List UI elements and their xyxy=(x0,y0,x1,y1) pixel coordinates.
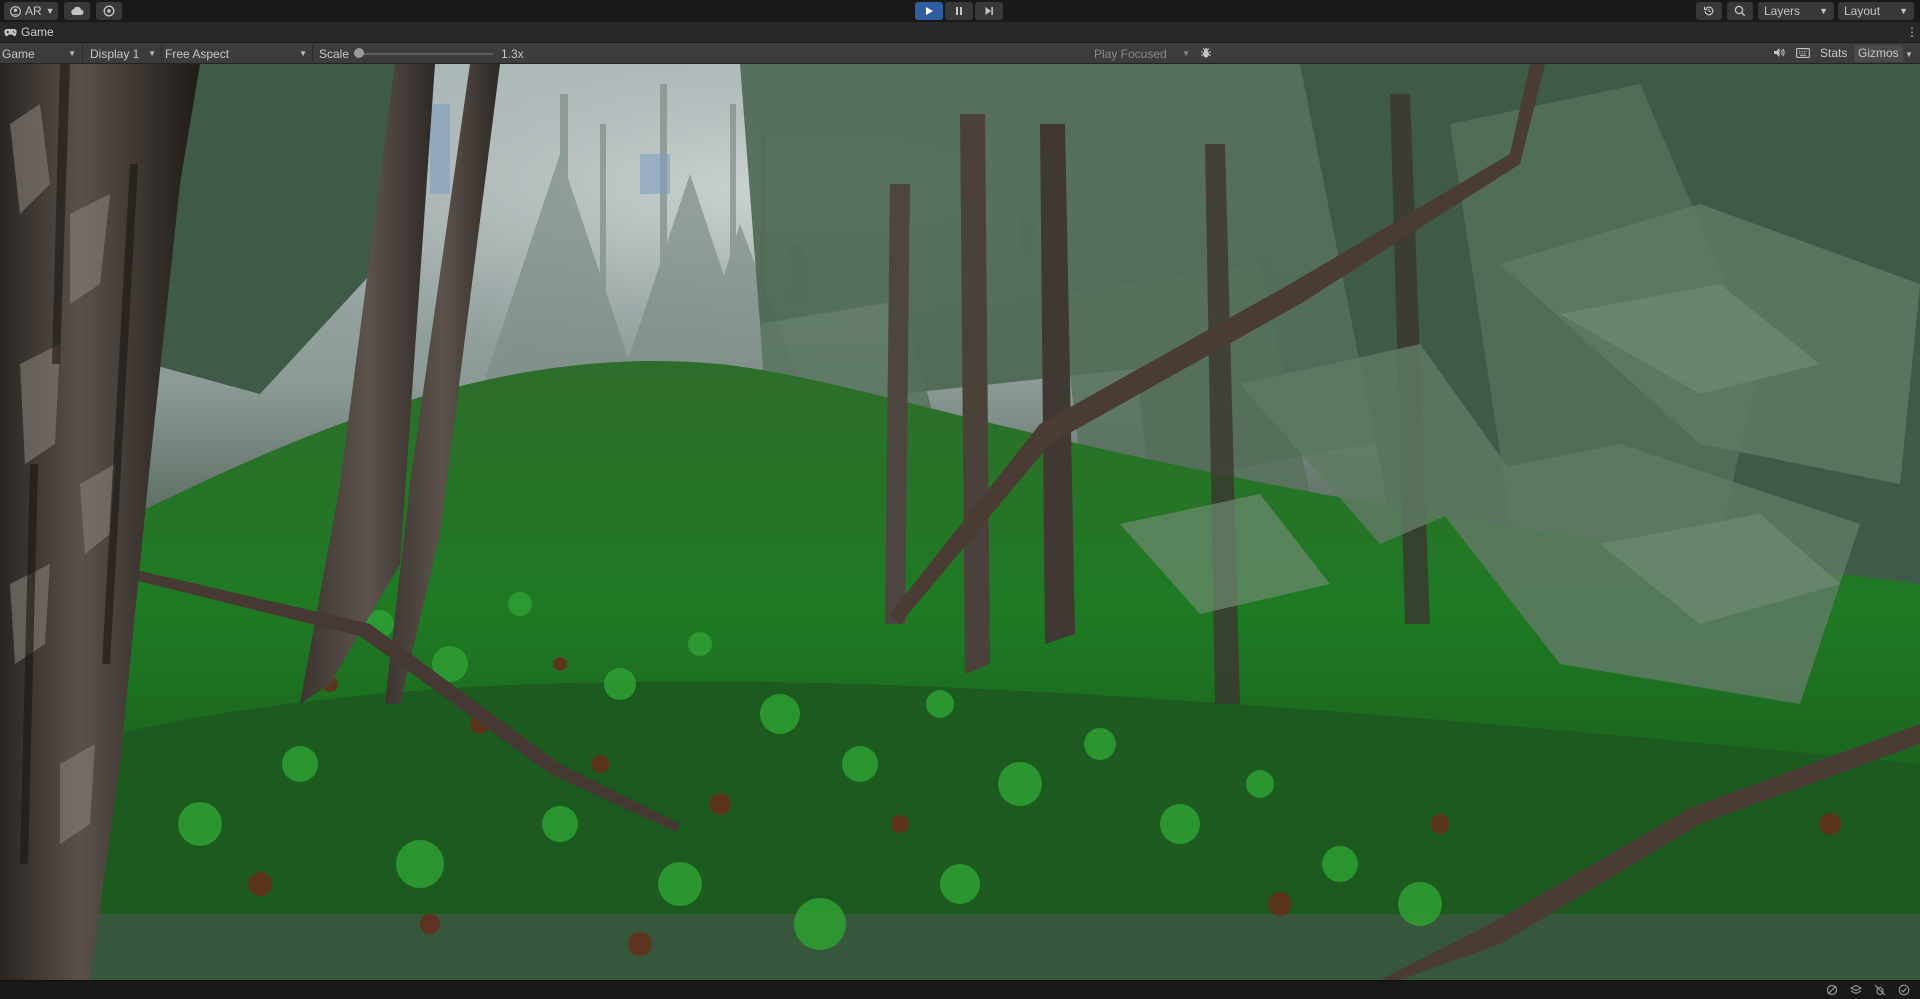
undo-history-button[interactable] xyxy=(1696,2,1722,20)
speaker-icon xyxy=(1773,47,1785,61)
aspect-value: Free Aspect xyxy=(165,46,230,61)
console-status-button[interactable] xyxy=(1897,984,1911,998)
pause-icon xyxy=(954,6,964,16)
game-viewport[interactable] xyxy=(0,64,1920,980)
layers-label: Layers xyxy=(1764,4,1801,18)
chevron-down-icon: ▼ xyxy=(148,49,156,58)
chevron-down-icon: ▼ xyxy=(45,6,55,16)
layout-label: Layout xyxy=(1844,4,1881,18)
chevron-down-icon: ▼ xyxy=(1899,6,1908,16)
scale-slider-handle[interactable] xyxy=(354,48,364,58)
shortcuts-button[interactable] xyxy=(1795,46,1811,62)
tab-game[interactable]: Game xyxy=(0,22,58,42)
chevron-down-icon: ▼ xyxy=(1905,49,1913,59)
bug-off-icon xyxy=(1874,984,1886,999)
progress-button[interactable] xyxy=(1849,984,1863,998)
step-button[interactable] xyxy=(975,2,1003,20)
cache-server-button[interactable] xyxy=(1825,984,1839,998)
cloud-button[interactable] xyxy=(64,2,90,20)
scale-slider-track[interactable] xyxy=(360,53,494,55)
cloud-icon xyxy=(70,6,84,16)
network-icon xyxy=(1826,984,1838,999)
gamepad-icon xyxy=(4,28,17,37)
pause-button[interactable] xyxy=(945,2,973,20)
display-dropdown[interactable]: Display 1 ▼ xyxy=(88,45,158,62)
layout-dropdown[interactable]: Layout ▼ xyxy=(1838,2,1914,20)
display-value: Display 1 xyxy=(90,46,140,61)
play-mode-value: Play Focused xyxy=(1094,46,1167,61)
debug-mode-button[interactable] xyxy=(1873,984,1887,998)
step-icon xyxy=(984,6,994,16)
tab-menu-button[interactable]: ⋮ xyxy=(1906,24,1918,40)
forest-scene-render xyxy=(0,64,1920,980)
account-dropdown[interactable]: AR ▼ xyxy=(4,2,58,20)
keyboard-icon xyxy=(1796,47,1810,61)
check-circle-icon xyxy=(1898,984,1910,999)
gizmos-dropdown-button[interactable]: ▼ xyxy=(1902,46,1916,62)
view-mode-dropdown[interactable]: Game ▼ xyxy=(0,45,78,62)
tab-game-label: Game xyxy=(21,25,54,39)
main-toolbar: AR ▼ Layers ▼ Layout ▼ xyxy=(0,0,1920,22)
separator xyxy=(82,45,83,62)
collab-button[interactable] xyxy=(96,2,122,20)
scale-value: 1.3x xyxy=(501,47,524,61)
scale-label: Scale xyxy=(319,47,350,61)
separator xyxy=(312,45,313,62)
more-vertical-icon: ⋮ xyxy=(1906,25,1918,39)
account-label: AR xyxy=(25,4,42,18)
layers-stack-icon xyxy=(1849,984,1863,999)
status-bar xyxy=(0,980,1920,999)
game-view-toolbar: Game ▼ Display 1 ▼ Free Aspect ▼ Scale 1… xyxy=(0,43,1920,64)
chevron-down-icon: ▼ xyxy=(299,49,307,58)
window-tab-strip: Game ⋮ xyxy=(0,22,1920,43)
frame-debugger-button[interactable] xyxy=(1198,46,1214,62)
play-mode-dropdown[interactable]: Play Focused ▼ xyxy=(1092,45,1192,62)
stats-toggle[interactable]: Stats xyxy=(1816,45,1851,62)
mute-audio-button[interactable] xyxy=(1771,46,1787,62)
bug-icon xyxy=(1200,47,1212,62)
layers-dropdown[interactable]: Layers ▼ xyxy=(1758,2,1834,20)
search-icon xyxy=(1734,5,1746,17)
gizmos-toggle[interactable]: Gizmos xyxy=(1854,45,1903,62)
aspect-dropdown[interactable]: Free Aspect ▼ xyxy=(163,45,309,62)
search-button[interactable] xyxy=(1727,2,1753,20)
chevron-down-icon: ▼ xyxy=(1819,6,1828,16)
chevron-down-icon: ▼ xyxy=(68,49,76,58)
separator xyxy=(161,45,162,62)
play-button[interactable] xyxy=(915,2,943,20)
account-icon xyxy=(10,5,21,17)
play-icon xyxy=(924,6,934,16)
services-icon xyxy=(103,5,115,17)
view-mode-value: Game xyxy=(2,46,35,61)
chevron-down-icon: ▼ xyxy=(1182,49,1190,58)
history-icon xyxy=(1703,5,1715,17)
